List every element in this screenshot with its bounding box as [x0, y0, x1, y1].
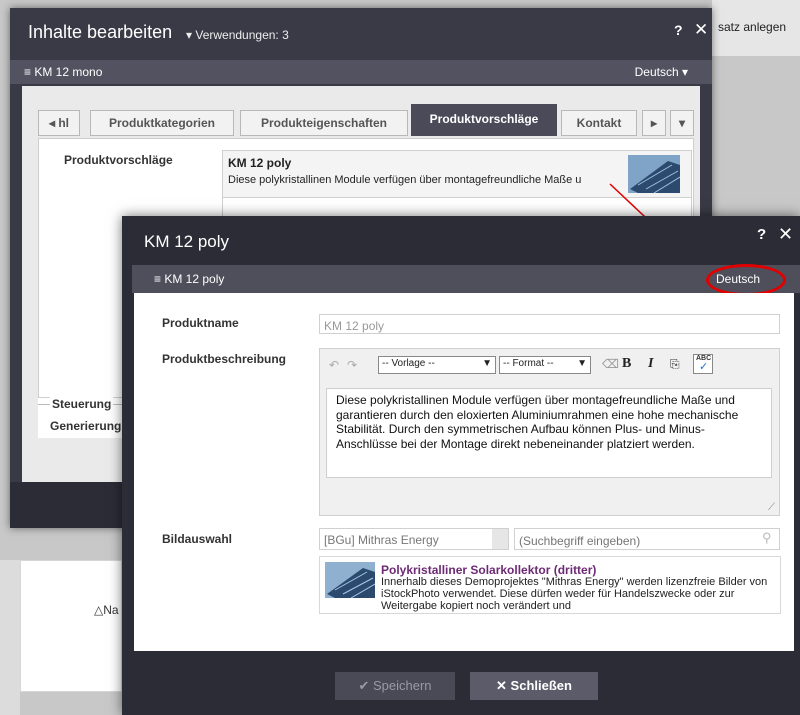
dialog-title: Inhalte bearbeiten [28, 22, 173, 42]
warning-icon: △ [94, 603, 104, 617]
tab-menu-chevron-icon[interactable]: ▾ [670, 110, 694, 136]
dialog-subheader: ≡ KM 12 mono Deutsch ▾ [10, 60, 712, 84]
solar-panel-thumbnail [325, 562, 375, 598]
redo-icon[interactable]: ↷ [347, 358, 357, 372]
template-select[interactable]: -- Vorlage -- ▼ [378, 356, 496, 374]
format-select[interactable]: -- Format -- ▼ [499, 356, 591, 374]
dropdown-arrow-icon: ▼ [577, 358, 587, 369]
image-search-input[interactable] [514, 528, 780, 550]
image-result-description: Innerhalb dieses Demoprojektes "Mithras … [381, 576, 768, 612]
product-suggestions-label: Produktvorschläge [64, 153, 173, 167]
item-selector[interactable]: ≡ KM 12 mono [24, 65, 102, 79]
product-name-input[interactable]: KM 12 poly [319, 314, 780, 334]
checkmark-icon: ✔ [358, 678, 373, 693]
product-name-label: Produktname [162, 316, 239, 330]
close-icon: ✕ [496, 678, 511, 693]
resize-handle-icon[interactable]: ⟋ [768, 502, 775, 513]
image-source-select[interactable]: [BGu] Mithras Energy [319, 528, 509, 550]
background-card [20, 560, 122, 692]
search-icon[interactable]: ⚲ [762, 530, 772, 546]
dropdown-arrow-icon[interactable] [492, 529, 508, 549]
language-selector[interactable]: Deutsch ▾ [635, 65, 688, 79]
tab-kontakt[interactable]: Kontakt [561, 110, 637, 136]
paste-text-icon[interactable]: ⎘ [670, 357, 680, 372]
highlight-ring [706, 264, 786, 296]
suggestion-description: Diese polykristallinen Module verfügen ü… [228, 174, 582, 186]
save-button[interactable]: ✔ Speichern [335, 672, 455, 700]
menu-icon: ≡ [154, 272, 165, 286]
menu-icon: ≡ [24, 65, 35, 79]
tab-previous[interactable]: ◂ hl [38, 110, 80, 136]
background-warning-item: △Na [94, 603, 119, 617]
tab-produktkategorien[interactable]: Produktkategorien [90, 110, 234, 136]
image-result-title: Polykristalliner Solarkollektor (dritter… [381, 563, 597, 577]
close-button[interactable]: ✕ Schließen [470, 672, 598, 700]
product-description-label: Produktbeschreibung [162, 352, 287, 366]
italic-icon[interactable]: I [648, 356, 653, 372]
background-page-header: satz anlegen [712, 0, 800, 56]
description-editor[interactable]: Diese polykristallinen Module verfügen ü… [326, 388, 772, 478]
close-icon[interactable]: ✕ [778, 224, 793, 245]
background-strip [0, 560, 20, 715]
dropdown-arrow-icon: ▼ [482, 358, 492, 369]
fieldset-legend: Steuerung [50, 397, 114, 411]
image-selection-label: Bildauswahl [162, 532, 233, 546]
dialog-subheader: ≡ KM 12 poly [132, 265, 800, 293]
dialog-footer [122, 651, 800, 715]
tab-produkteigenschaften[interactable]: Produkteigenschaften [240, 110, 408, 136]
tab-bar: ◂ hl Produktkategorien Produkteigenschaf… [38, 104, 694, 140]
scroll-right-icon[interactable]: ▸ [642, 110, 666, 136]
help-button[interactable]: ? [674, 22, 683, 38]
dialog-title: KM 12 poly [144, 232, 230, 251]
scroll-left-icon: ◂ [48, 116, 59, 130]
generation-label: Generierung [50, 419, 122, 433]
item-selector[interactable]: ≡ KM 12 poly [154, 272, 224, 286]
chevron-down-icon: ▾ [678, 65, 688, 79]
undo-icon[interactable]: ↶ [329, 358, 339, 372]
chevron-down-icon: ▾ [186, 28, 196, 42]
bold-icon[interactable]: B [622, 356, 631, 372]
usages-dropdown[interactable]: ▾ Verwendungen: 3 [186, 28, 289, 42]
spellcheck-icon[interactable]: ABC ✓ [693, 354, 713, 374]
tab-produktvorschlaege[interactable]: Produktvorschläge [411, 104, 557, 136]
close-icon[interactable]: ✕ [694, 20, 708, 40]
suggestion-title: KM 12 poly [228, 156, 292, 170]
help-button[interactable]: ? [757, 226, 766, 243]
background-create-link[interactable]: satz anlegen [718, 20, 786, 34]
eraser-icon[interactable]: ⌫ [602, 357, 619, 371]
